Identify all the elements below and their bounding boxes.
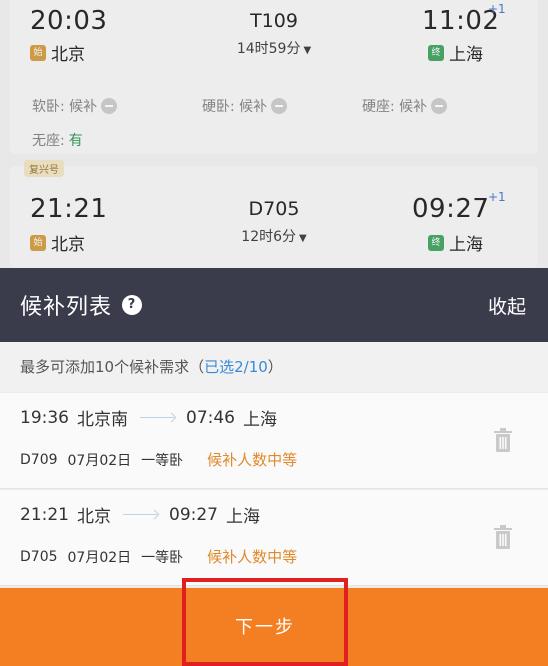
next-step-label: 下一步 [235,617,295,638]
collapse-button[interactable]: 收起 [488,292,526,319]
item-to: 上海 [226,507,260,527]
arrow-right-icon [123,514,157,515]
selected-count: 已选2/10 [204,358,268,376]
waitlist-panel-header: 候补列表 ? 收起 [0,268,548,342]
item-seat: 一等卧 [141,452,184,469]
item-status: 候补人数中等 [207,451,298,469]
item-status: 候补人数中等 [207,548,298,566]
trash-icon[interactable] [492,524,514,550]
waitlist-item: 19:36 北京南 07:46 上海 D709 07月02日 一等卧 候补人数中… [0,393,548,489]
waitlist-item: 21:21 北京 09:27 上海 D705 07月02日 一等卧 候补人数中等 [0,490,548,586]
item-seat: 一等卧 [141,549,184,566]
trash-icon[interactable] [492,427,514,453]
item-route: 19:36 北京南 07:46 上海 [20,405,277,431]
dim-overlay [0,0,548,268]
item-arr-time: 09:27 [169,504,218,525]
item-date: 07月02日 [67,549,132,566]
item-train-no: D705 [20,548,58,565]
arrow-right-icon [140,417,174,418]
waitlist-hint: 最多可添加10个候补需求（已选2/10） [0,342,548,392]
train-list: 20:03 T109 14时59分 ▼ 11:02 +1 始北京 终上海 软卧: … [0,0,548,268]
item-dep-time: 21:21 [20,504,69,525]
next-step-button[interactable]: 下一步 [182,578,348,666]
item-arr-time: 07:46 [186,407,235,428]
item-route: 21:21 北京 09:27 上海 [20,502,260,528]
panel-title: 候补列表 ? [20,289,143,321]
panel-title-text: 候补列表 [20,295,113,320]
item-to: 上海 [243,410,277,430]
hint-text-end: ） [267,358,283,376]
item-dep-time: 19:36 [20,407,69,428]
item-from: 北京 [77,507,111,527]
item-from: 北京南 [77,410,128,430]
help-icon[interactable]: ? [122,295,143,315]
item-meta: D709 07月02日 一等卧 候补人数中等 [20,449,307,470]
item-meta: D705 07月02日 一等卧 候补人数中等 [20,546,307,567]
item-train-no: D709 [20,451,58,468]
item-date: 07月02日 [67,452,132,469]
hint-text: 最多可添加10个候补需求（ [20,358,205,376]
